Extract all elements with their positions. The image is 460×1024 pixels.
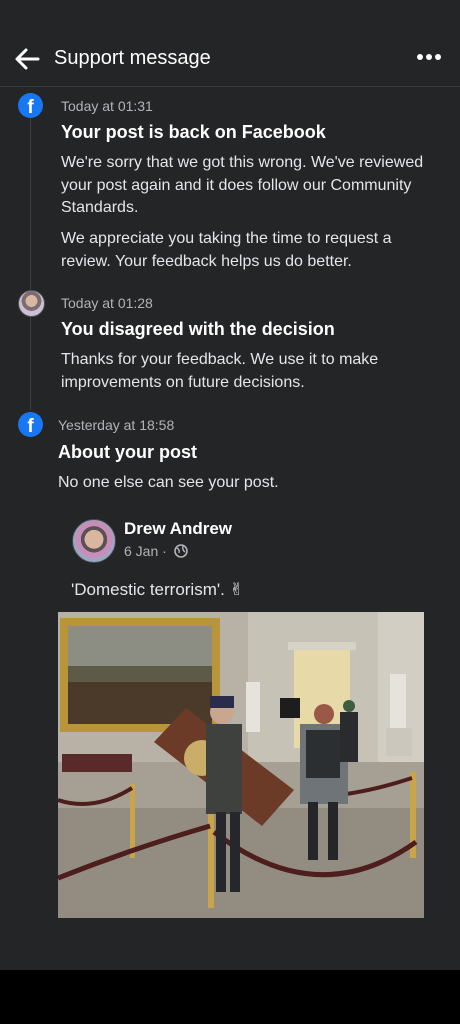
message-paragraph: Thanks for your feedback. We use it to m… (61, 351, 379, 391)
header-bar: Support message (0, 0, 460, 87)
message-timestamp: Yesterday at 18:58 (58, 417, 175, 433)
post-photo-illustration (58, 612, 424, 918)
timeline-line (30, 118, 31, 410)
user-avatar (18, 290, 45, 317)
post-text: 'Domestic terrorism'. ✌ (71, 580, 244, 599)
facebook-icon: f (18, 412, 43, 437)
post-photo[interactable] (58, 612, 424, 918)
message-paragraph: We're sorry that we got this wrong. We'v… (61, 154, 424, 216)
facebook-icon: f (18, 93, 43, 118)
message-paragraph: No one else can see your post. (58, 474, 279, 491)
globe-icon (174, 544, 188, 558)
message-timestamp: Today at 01:31 (61, 98, 153, 114)
message-timestamp: Today at 01:28 (61, 295, 153, 311)
message-heading: You disagreed with the decision (61, 319, 335, 339)
arrow-left-icon[interactable] (12, 44, 42, 74)
page-title: Support message (54, 47, 211, 69)
post-author-name[interactable]: Drew Andrew (124, 519, 232, 539)
post-author-avatar[interactable] (72, 519, 116, 563)
message-paragraph: We appreciate you taking the time to req… (61, 230, 392, 270)
system-navigation-bar (0, 970, 460, 1024)
message-heading: About your post (58, 442, 197, 462)
post-date: 6 Jan · (124, 543, 167, 559)
more-horizontal-icon[interactable] (416, 50, 442, 64)
message-heading: Your post is back on Facebook (61, 122, 326, 142)
